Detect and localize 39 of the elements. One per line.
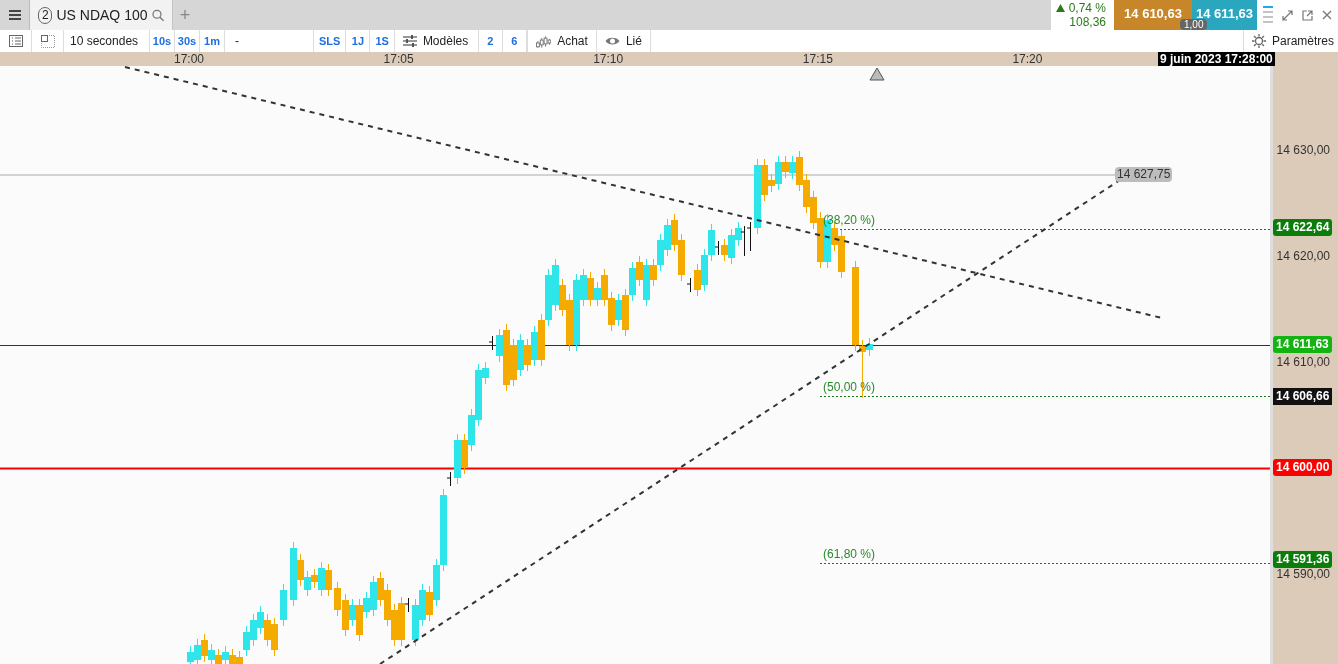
menu-icon[interactable]	[8, 10, 21, 20]
candlestick	[488, 335, 493, 351]
price-tick-label: 14 590,00	[1276, 567, 1330, 581]
time-label: 17:20	[1012, 52, 1043, 66]
fibonacci-level-label: (61,80 %)	[823, 546, 876, 561]
change-percent-value: 0,74 %	[1068, 1, 1106, 15]
cursor-time-label: 9 juin 2023 17:28:00	[1158, 52, 1275, 66]
expand-icon[interactable]	[1282, 9, 1293, 21]
sliders-icon	[402, 35, 417, 47]
order-book-icon[interactable]	[1263, 5, 1273, 25]
settings-icon	[1251, 34, 1266, 48]
popout-icon[interactable]	[1302, 9, 1313, 21]
search-icon[interactable]	[151, 7, 164, 23]
layout-grid-icon[interactable]	[40, 34, 55, 48]
list-icon[interactable]	[8, 35, 23, 47]
price-tick-label: 14 620,00	[1276, 249, 1330, 263]
separator-label: -	[234, 33, 240, 50]
close-icon[interactable]	[1322, 10, 1332, 20]
spread-badge: 1,00	[1180, 19, 1208, 30]
time-label: 17:00	[174, 52, 204, 66]
time-label: 17:05	[383, 52, 414, 66]
candles-icon	[535, 34, 552, 48]
price-marker-label: 14 611,63	[1273, 335, 1332, 353]
trendline-price-label: 14 627,75	[1115, 167, 1173, 182]
price-marker-label: 14 606,66	[1273, 388, 1333, 406]
price-marker-label: 14 600,00	[1273, 459, 1333, 476]
time-label: 17:15	[802, 52, 833, 66]
price-tick-label: 14 610,00	[1276, 355, 1330, 369]
instrument-tab[interactable]: 2 US NDAQ 100	[30, 0, 172, 30]
instrument-name: US NDAQ 100	[56, 5, 148, 25]
price-marker-label: 14 622,64	[1273, 219, 1333, 236]
eye-icon	[604, 36, 620, 46]
price-marker-label: 14 591,36	[1273, 550, 1333, 568]
candlestick	[280, 583, 287, 627]
change-points: 108,36	[1069, 15, 1106, 29]
price-tick-label: 14 630,00	[1276, 143, 1330, 157]
fibonacci-level-line[interactable]	[819, 563, 1270, 564]
fibonacci-level-line[interactable]	[819, 396, 1270, 397]
time-label: 17:10	[593, 52, 624, 66]
